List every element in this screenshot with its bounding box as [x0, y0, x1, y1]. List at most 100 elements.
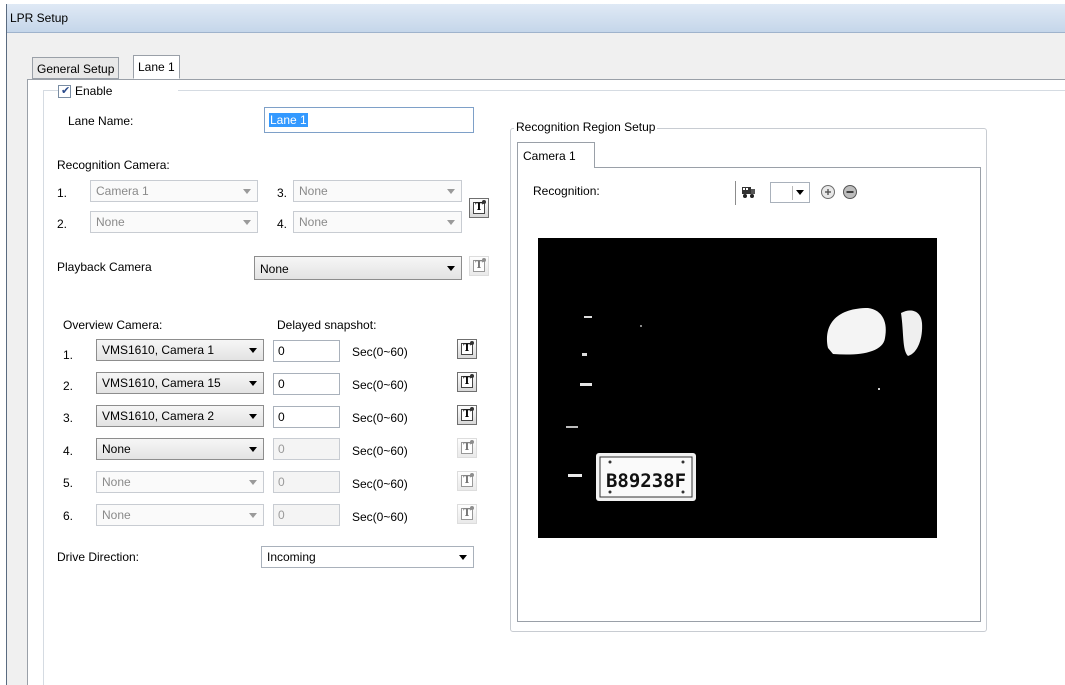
recognition-camera-4-select[interactable]: None [293, 211, 462, 233]
playback-camera-select[interactable]: None [254, 256, 462, 280]
overview-camera-2-select[interactable]: VMS1610, Camera 15 [96, 372, 264, 394]
delay-1-value: 0 [278, 344, 285, 358]
chevron-down-icon [796, 190, 804, 195]
delay-1-unit: Sec(0~60) [352, 345, 408, 359]
dot-icon [470, 341, 474, 345]
delay-3-unit: Sec(0~60) [352, 411, 408, 425]
overview-camera-5-select[interactable]: None [96, 471, 264, 493]
camera-tab-label: Camera 1 [523, 149, 576, 163]
recognition-label: Recognition: [533, 184, 600, 198]
playback-camera-label: Playback Camera [57, 260, 152, 274]
toolbar-divider [735, 181, 736, 205]
recognition-region-label: Recognition Region Setup [514, 120, 658, 134]
chevron-down-icon [459, 555, 467, 560]
chevron-down-icon [249, 348, 257, 353]
overview-index-3: 3. [63, 411, 74, 425]
delay-2-unit: Sec(0~60) [352, 378, 408, 392]
recognition-camera-index-4: 4. [277, 217, 288, 231]
recognition-camera-index-1: 1. [57, 186, 68, 200]
playback-camera-settings-button[interactable]: T [469, 256, 489, 276]
overview-index-2: 2. [63, 379, 74, 393]
overview-camera-1-select[interactable]: VMS1610, Camera 1 [96, 339, 264, 361]
recognition-camera-4-value: None [299, 215, 328, 229]
zoom-in-icon[interactable] [820, 184, 836, 200]
chevron-down-icon [243, 220, 251, 225]
recognition-camera-2-select[interactable]: None [90, 211, 258, 233]
chevron-down-icon [243, 189, 251, 194]
drive-direction-label: Drive Direction: [57, 550, 140, 564]
overview-index-1: 1. [63, 348, 74, 362]
lane-name-input[interactable]: Lane 1 [264, 107, 474, 133]
overview-index-6: 6. [63, 509, 74, 523]
drive-direction-select[interactable]: Incoming [261, 546, 474, 568]
enable-checkbox[interactable]: ✔ [58, 85, 71, 98]
overview-camera-2-value: VMS1610, Camera 15 [102, 376, 221, 390]
recognition-camera-settings-button[interactable]: T [469, 198, 489, 218]
zoom-out-icon[interactable] [842, 184, 858, 200]
overview-camera-5-value: None [102, 475, 131, 489]
delay-6-unit: Sec(0~60) [352, 510, 408, 524]
overview-camera-2-settings-button[interactable]: T [457, 372, 477, 392]
select-separator [792, 186, 793, 200]
dot-icon [470, 407, 474, 411]
playback-camera-value: None [260, 262, 289, 276]
recognition-camera-3-value: None [299, 184, 328, 198]
overview-camera-6-settings-button[interactable]: T [457, 504, 477, 524]
overview-camera-5-settings-button[interactable]: T [457, 471, 477, 491]
preview-image [538, 238, 937, 538]
overview-camera-3-value: VMS1610, Camera 2 [102, 409, 215, 423]
chevron-down-icon [249, 480, 257, 485]
recognition-camera-index-3: 3. [277, 186, 288, 200]
title-bar: LPR Setup [7, 4, 1065, 33]
dot-icon [482, 200, 486, 204]
recognition-camera-1-select[interactable]: Camera 1 [90, 180, 258, 202]
overview-camera-6-select[interactable]: None [96, 504, 264, 526]
tab-lane-1[interactable]: Lane 1 [133, 55, 180, 79]
overview-camera-1-settings-button[interactable]: T [457, 339, 477, 359]
recognition-camera-2-value: None [96, 215, 125, 229]
vehicle-icon[interactable] [740, 184, 756, 200]
dot-icon [470, 440, 474, 444]
delay-5-value: 0 [278, 475, 285, 489]
chevron-down-icon [249, 381, 257, 386]
chevron-down-icon [249, 414, 257, 419]
dot-icon [470, 374, 474, 378]
delay-4-input[interactable]: 0 [273, 438, 340, 460]
overview-index-4: 4. [63, 444, 74, 458]
chevron-down-icon [447, 220, 455, 225]
overview-camera-4-settings-button[interactable]: T [457, 438, 477, 458]
tab-general-setup[interactable]: General Setup [32, 57, 120, 79]
delay-2-value: 0 [278, 377, 285, 391]
overview-camera-4-select[interactable]: None [96, 438, 264, 460]
chevron-down-icon [447, 266, 455, 271]
enable-group-border [43, 90, 44, 685]
overview-camera-3-select[interactable]: VMS1610, Camera 2 [96, 405, 264, 427]
delay-5-input[interactable]: 0 [273, 471, 340, 493]
recognition-camera-index-2: 2. [57, 217, 68, 231]
recognition-camera-label: Recognition Camera: [57, 158, 170, 172]
license-plate-text: B89238F [605, 470, 687, 492]
region-select[interactable] [770, 182, 810, 203]
delay-1-input[interactable]: 0 [273, 340, 340, 362]
lane-tab-page: ✔ Enable Lane Name: Lane 1 Recognition C… [27, 80, 1065, 685]
overview-camera-1-value: VMS1610, Camera 1 [102, 343, 215, 357]
delay-6-value: 0 [278, 508, 285, 522]
chevron-down-icon [249, 513, 257, 518]
lane-name-label: Lane Name: [68, 114, 134, 128]
chevron-down-icon [447, 189, 455, 194]
lane-name-value: Lane 1 [269, 113, 308, 127]
delay-2-input[interactable]: 0 [273, 373, 340, 395]
overview-camera-4-value: None [102, 442, 131, 456]
dot-icon [470, 506, 474, 510]
recognition-camera-3-select[interactable]: None [293, 180, 462, 202]
delay-6-input[interactable]: 0 [273, 504, 340, 526]
delay-4-value: 0 [278, 442, 285, 456]
delay-5-unit: Sec(0~60) [352, 477, 408, 491]
overview-index-5: 5. [63, 476, 74, 490]
delay-3-input[interactable]: 0 [273, 406, 340, 428]
overview-camera-3-settings-button[interactable]: T [457, 405, 477, 425]
tab-camera-1[interactable]: Camera 1 [517, 142, 595, 168]
recognition-camera-1-value: Camera 1 [96, 184, 149, 198]
overview-camera-6-value: None [102, 508, 131, 522]
camera-preview[interactable]: B89238F [538, 238, 937, 538]
